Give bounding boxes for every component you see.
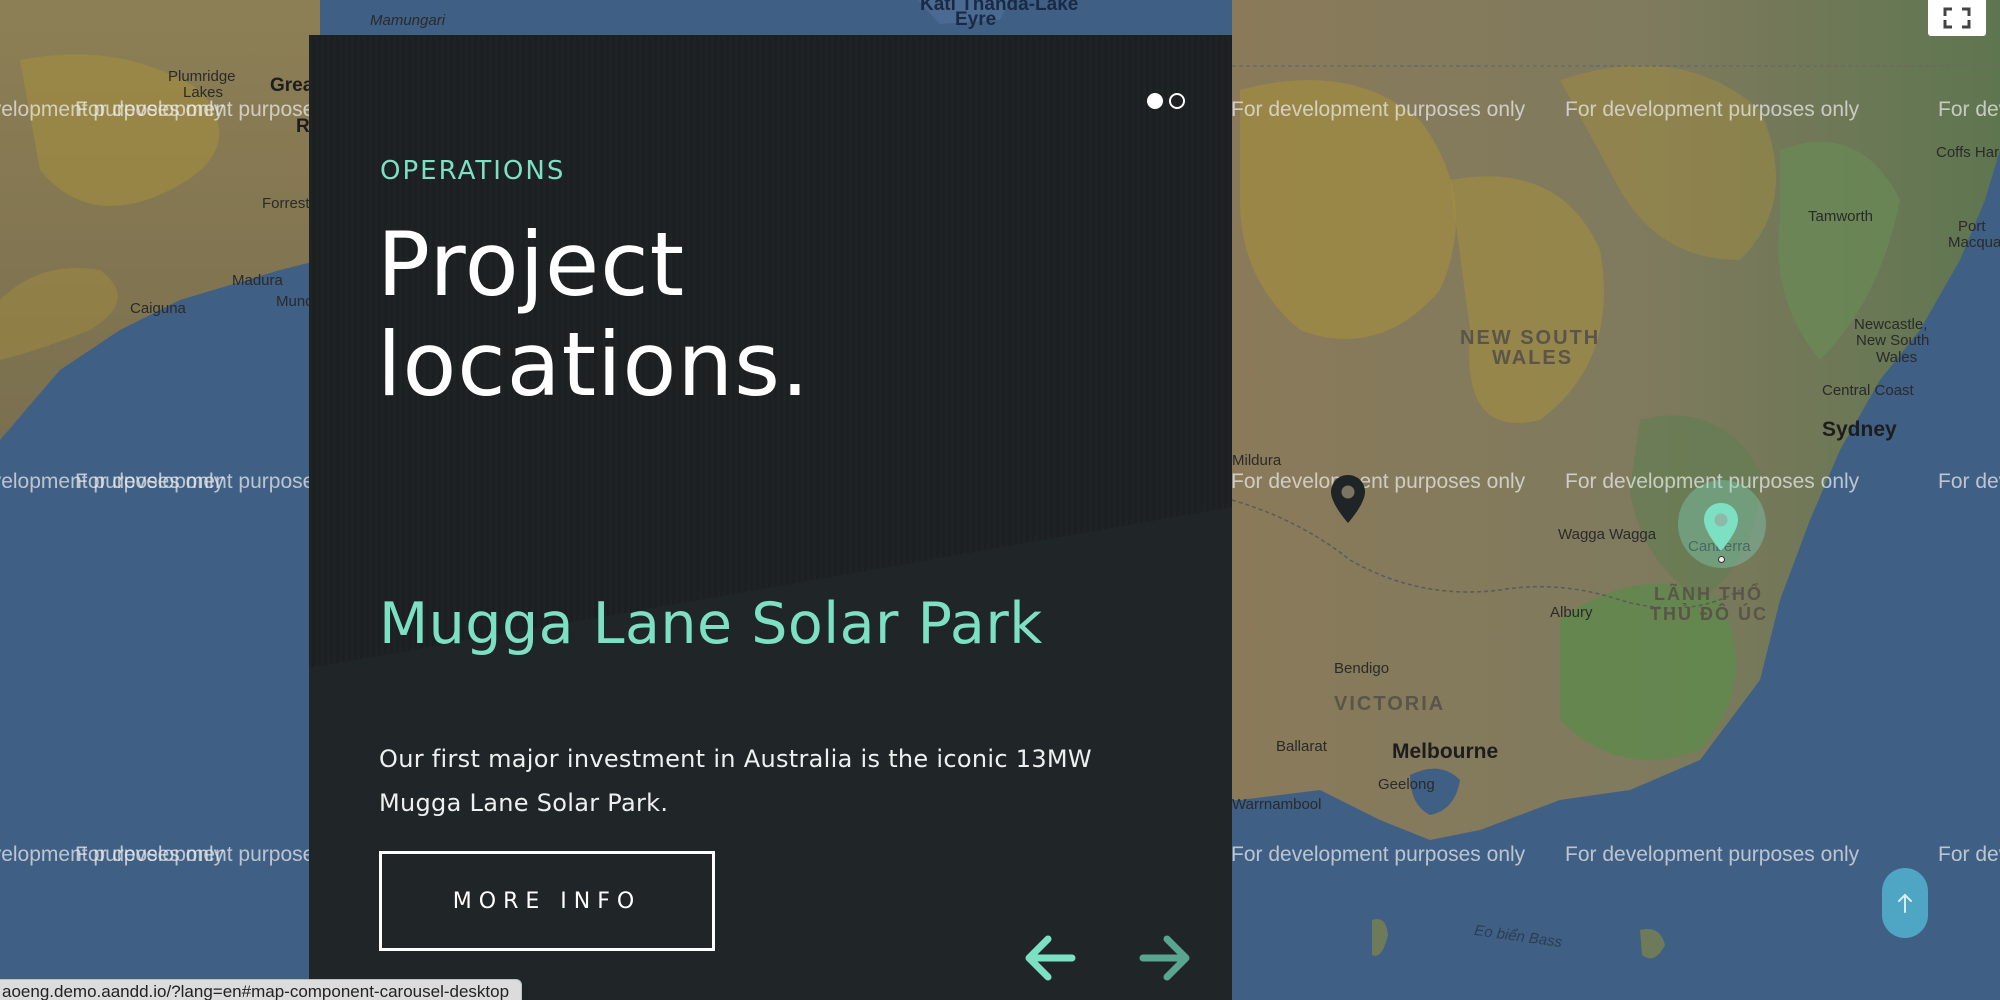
map-label: New South xyxy=(1856,332,1930,349)
map-label: Tamworth xyxy=(1808,208,1874,225)
map-label: Mamungari xyxy=(370,12,446,29)
map-label: Warrnambool xyxy=(1232,796,1322,813)
map-label: THỦ ĐÔ ÚC xyxy=(1650,604,1768,624)
map-pin-icon[interactable] xyxy=(1329,474,1367,528)
map-label: WALES xyxy=(1492,347,1574,369)
map-label: Sydney xyxy=(1822,418,1897,441)
map-label: Wagga Wagga xyxy=(1558,526,1657,543)
map-label: Grea xyxy=(270,75,314,96)
map-label: Eyre xyxy=(955,9,997,30)
map-label: Caiguna xyxy=(130,300,186,317)
map-label: LÃNH THỔ xyxy=(1654,584,1763,604)
map-label: Albury xyxy=(1550,604,1593,621)
arrow-left-icon xyxy=(1025,935,1076,981)
map-label: Mildura xyxy=(1232,452,1282,469)
map-watermark: For development purposes only xyxy=(1565,843,1860,866)
map-watermark: For development purposes only xyxy=(1231,843,1526,866)
arrow-right-icon xyxy=(1139,935,1190,981)
fullscreen-button[interactable] xyxy=(1928,0,1986,36)
page-title: Project locations. xyxy=(377,215,1077,415)
scroll-to-top-button[interactable] xyxy=(1882,868,1928,938)
map-label: Kati Thanda-Lake xyxy=(920,0,1079,15)
project-description: Our first major investment in Australia … xyxy=(379,745,1092,817)
map-watermark: For development purposes only xyxy=(1231,98,1526,121)
map-label: Madura xyxy=(232,272,283,289)
canberra-dot xyxy=(1718,556,1725,563)
more-info-button[interactable]: MORE INFO xyxy=(379,851,715,951)
title-line-1: Project xyxy=(377,213,686,316)
map-watermark: For development purposes only xyxy=(1938,470,2000,493)
map-label: Port xyxy=(1958,218,1986,235)
map-label: NEW SOUTH xyxy=(1460,327,1601,349)
project-name: Mugga Lane Solar Park xyxy=(379,591,1043,657)
carousel-pager xyxy=(1147,93,1185,109)
project-carousel-panel: OPERATIONS Project locations. Mugga Lane… xyxy=(309,35,1232,1000)
map-label: Plumridge xyxy=(168,68,236,85)
map-watermark: For development purposes only xyxy=(1938,843,2000,866)
map-label: Bendigo xyxy=(1334,660,1390,677)
pager-dot-2[interactable] xyxy=(1169,93,1185,109)
section-eyebrow: OPERATIONS xyxy=(380,156,566,186)
map-label: Macquari xyxy=(1948,234,2000,251)
map-watermark: For development purposes only xyxy=(1565,98,1860,121)
map-pin-icon[interactable] xyxy=(1702,502,1740,556)
map-label: Central Coast xyxy=(1822,382,1914,399)
map-label: Geelong xyxy=(1378,776,1435,793)
map-label: Wales xyxy=(1876,349,1918,366)
map-label: Newcastle, xyxy=(1854,316,1928,333)
map-watermark: For development purposes only xyxy=(1938,98,2000,121)
browser-status-url: aoeng.demo.aandd.io/?lang=en#map-compone… xyxy=(0,979,523,1000)
map-label: Coffs Harb xyxy=(1936,144,2000,161)
prev-slide-button[interactable] xyxy=(1022,933,1078,983)
map-watermark: For development purposes only xyxy=(1231,470,1526,493)
next-slide-button[interactable] xyxy=(1137,933,1193,983)
fullscreen-icon xyxy=(1943,7,1971,29)
arrow-up-icon xyxy=(1898,893,1912,913)
map-label: Melbourne xyxy=(1392,740,1499,763)
title-line-2: locations. xyxy=(377,313,810,416)
map-label: Forrest xyxy=(262,195,310,212)
map-label: Munc xyxy=(276,293,313,310)
map-label: Ballarat xyxy=(1276,738,1327,755)
pager-dot-1[interactable] xyxy=(1147,93,1163,109)
map-label: VICTORIA xyxy=(1334,693,1446,715)
